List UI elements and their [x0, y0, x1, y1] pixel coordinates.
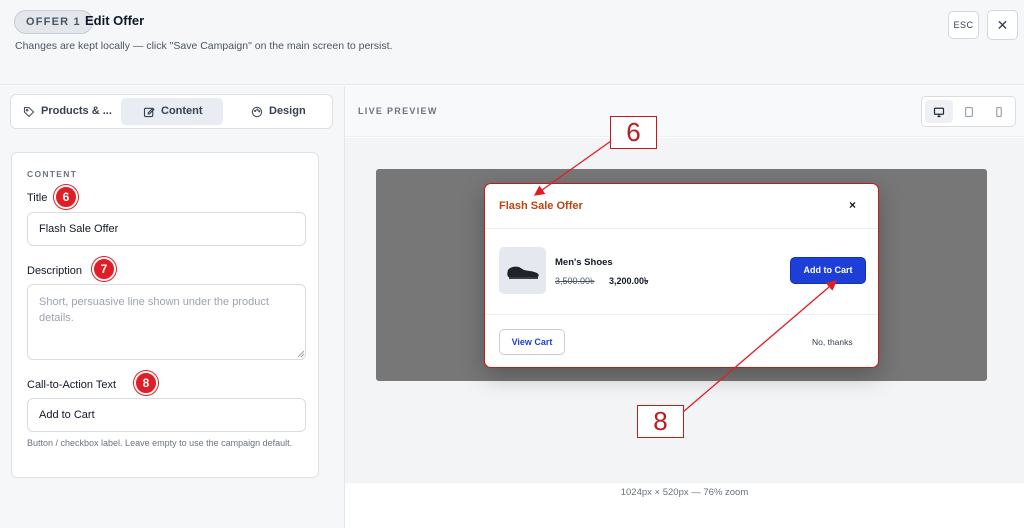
shoe-icon — [506, 266, 539, 279]
close-icon: ✕ — [996, 17, 1009, 33]
description-label: Description — [27, 265, 83, 277]
annotation-marker-6: 6 — [54, 185, 78, 209]
live-preview-label: LIVE PREVIEW — [358, 106, 438, 116]
tab-bar: Products & ... Content Design — [10, 94, 333, 129]
new-price: 3,200.00৳ — [609, 276, 649, 286]
content-card: CONTENT Title 6 Description 7 Call-to-Ac… — [11, 152, 319, 478]
esc-button[interactable]: ESC — [948, 11, 979, 39]
tab-products-label: Products & ... — [41, 105, 112, 117]
tab-content-label: Content — [161, 105, 203, 117]
divider — [485, 228, 878, 229]
mobile-icon — [996, 106, 1002, 117]
zoom-info: 1024px × 520px — 76% zoom — [345, 483, 1024, 528]
tab-content[interactable]: Content — [121, 98, 223, 125]
section-label: CONTENT — [27, 169, 78, 179]
offer-modal: Flash Sale Offer × Men's Shoes 3,500.00৳… — [484, 183, 879, 368]
annotation-callout-8: 8 — [637, 405, 684, 438]
close-icon[interactable]: × — [849, 198, 856, 212]
tab-design[interactable]: Design — [223, 98, 329, 125]
desktop-view-button[interactable] — [925, 100, 953, 123]
modal-title: Flash Sale Offer — [499, 200, 583, 212]
description-textarea[interactable] — [27, 284, 306, 360]
preview-panel: LIVE PREVIEW Flash Sale Offer × Men's Sh… — [345, 86, 1024, 528]
annotation-marker-8: 8 — [134, 371, 158, 395]
no-thanks-link[interactable]: No, thanks — [812, 337, 853, 347]
product-image — [499, 247, 546, 294]
resize-grip-icon[interactable] — [297, 350, 305, 358]
cta-input[interactable] — [27, 398, 306, 432]
title-input[interactable] — [27, 212, 306, 246]
editor-panel: Products & ... Content Design CONTENT Ti… — [0, 86, 345, 528]
tablet-icon — [965, 106, 973, 117]
preview-canvas: Flash Sale Offer × Men's Shoes 3,500.00৳… — [345, 138, 1024, 483]
tag-icon — [23, 106, 35, 117]
product-name: Men's Shoes — [555, 257, 613, 268]
offer-badge: OFFER 1 — [14, 10, 93, 34]
dialog-header: OFFER 1 Edit Offer Changes are kept loca… — [0, 0, 1024, 85]
tablet-view-button[interactable] — [955, 100, 983, 123]
palette-icon — [251, 106, 263, 117]
mobile-view-button[interactable] — [985, 100, 1013, 123]
device-switcher — [921, 96, 1016, 127]
add-to-cart-button[interactable]: Add to Cart — [790, 257, 866, 284]
cta-label: Call-to-Action Text — [27, 379, 117, 391]
dialog-subtitle: Changes are kept locally — click "Save C… — [15, 40, 393, 52]
desktop-icon — [933, 107, 945, 117]
annotation-marker-7: 7 — [92, 257, 116, 281]
close-button[interactable]: ✕ — [987, 10, 1018, 40]
title-label: Title — [27, 192, 48, 204]
old-price: 3,500.00৳ — [555, 276, 595, 286]
tab-design-label: Design — [269, 105, 306, 117]
view-cart-button[interactable]: View Cart — [499, 329, 565, 355]
tab-products[interactable]: Products & ... — [15, 98, 121, 125]
divider — [485, 314, 878, 315]
annotation-callout-6: 6 — [610, 116, 657, 149]
edit-icon — [143, 106, 155, 117]
preview-toolbar: LIVE PREVIEW — [345, 86, 1024, 137]
cta-hint: Button / checkbox label. Leave empty to … — [27, 438, 293, 448]
dialog-title: Edit Offer — [85, 13, 145, 28]
